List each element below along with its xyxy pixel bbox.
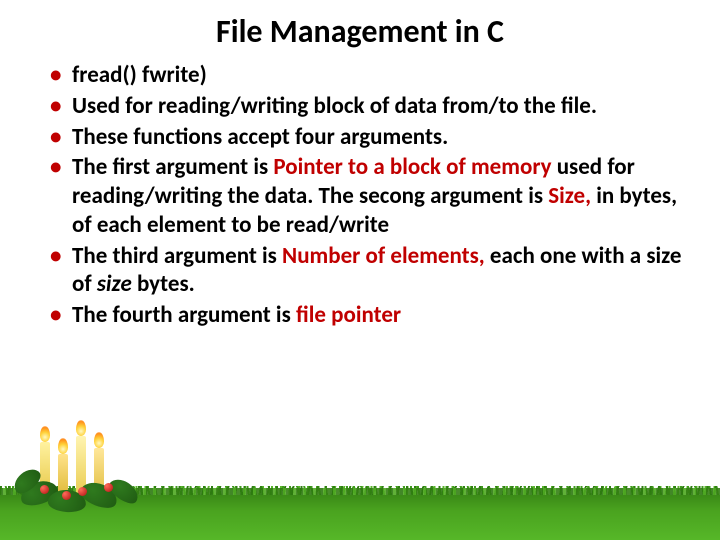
bullet-list: fread() fwrite) Used for reading/writing… (50, 61, 690, 330)
candle-holly-decoration (18, 422, 138, 512)
bullet-text: Used for reading/writing block of data f… (72, 92, 597, 120)
bullet-item: The first argument is Pointer to a block… (50, 153, 690, 239)
bullet-text-part: The first argument is (72, 153, 273, 181)
bullet-item: Used for reading/writing block of data f… (50, 92, 690, 121)
bullet-text-highlight: Pointer to a block of memory (273, 153, 551, 181)
slide-content: fread() fwrite) Used for reading/writing… (0, 61, 720, 330)
bullet-text-highlight: file pointer (296, 301, 401, 329)
slide: File Management in C fread() fwrite) Use… (0, 0, 720, 540)
bullet-text: These functions accept four arguments. (72, 123, 448, 151)
bullet-item: The fourth argument is file pointer (50, 301, 690, 330)
slide-title: File Management in C (0, 0, 720, 61)
bullet-item: These functions accept four arguments. (50, 123, 690, 152)
bullet-item: The third argument is Number of elements… (50, 242, 690, 300)
bullet-text: fread() fwrite) (72, 61, 207, 89)
bullet-item: fread() fwrite) (50, 61, 690, 90)
bullet-text-part: The fourth argument is (72, 301, 296, 329)
bullet-text-italic: size (97, 270, 132, 298)
bullet-text-part: The third argument is (72, 242, 282, 270)
bullet-text-highlight: Number of elements, (282, 242, 485, 270)
bullet-text-part: bytes. (132, 270, 195, 298)
bullet-text-highlight: Size, (548, 182, 591, 210)
